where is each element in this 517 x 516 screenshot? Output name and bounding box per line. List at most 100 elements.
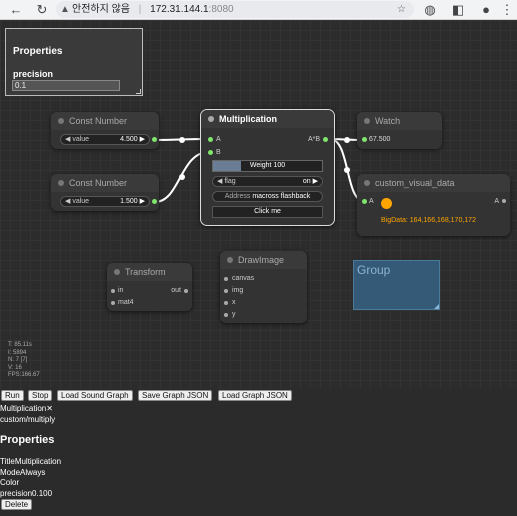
node-title: Multiplication (219, 114, 277, 124)
watch-value: 67.500 (369, 136, 391, 143)
weight-slider[interactable]: Weight 100 (212, 160, 323, 172)
output-slot-a[interactable] (502, 199, 506, 203)
node-multiplication[interactable]: Multiplication A B A*B Weight 100 ◀ flag… (200, 109, 335, 226)
bookmark-star-icon[interactable]: ☆ (397, 1, 406, 18)
value-widget[interactable]: ◀ value 4.500 ▶ (60, 134, 150, 145)
input-slot-mat4[interactable] (111, 301, 115, 305)
click-me-button[interactable]: Click me (212, 206, 323, 218)
node-header[interactable]: custom_visual_data (357, 174, 510, 192)
title-row[interactable]: TitleMultiplication (0, 457, 61, 466)
input-label-a: A (216, 136, 221, 143)
controls-panel: Run Stop Load Sound Graph Save Graph JSO… (0, 389, 517, 516)
node-header[interactable]: Const Number (51, 174, 159, 192)
node-watch[interactable]: Watch 67.500 (357, 112, 442, 149)
stop-button[interactable]: Stop (28, 390, 53, 401)
input-slot[interactable] (362, 137, 367, 142)
load-graph-json-button[interactable]: Load Graph JSON (218, 390, 292, 401)
input-slot-y[interactable] (224, 313, 228, 317)
collapse-dot-icon[interactable] (364, 180, 370, 186)
output-slot[interactable] (323, 137, 328, 142)
run-button[interactable]: Run (1, 390, 24, 401)
url-host: 172.31.144.1 (150, 4, 209, 15)
flag-value: on (302, 178, 311, 185)
input-slot-a[interactable] (362, 199, 367, 204)
precision-row[interactable]: precision0.100 (0, 489, 52, 498)
collapse-dot-icon[interactable] (58, 180, 64, 186)
node-const-number-1[interactable]: Const Number ◀ value 4.500 ▶ (51, 112, 159, 149)
input-label-b: B (216, 149, 221, 156)
widget-value: 1.500 (120, 198, 138, 205)
link-center-4 (344, 167, 350, 173)
group-box[interactable]: Group (353, 260, 440, 310)
widget-label: value (72, 198, 90, 205)
node-const-number-2[interactable]: Const Number ◀ value 1.500 ▶ (51, 174, 159, 211)
overlay-prop-label: precision (13, 69, 54, 79)
input-label-canvas: canvas (232, 275, 255, 282)
output-slot[interactable] (152, 199, 157, 204)
node-drawimage[interactable]: DrawImage canvas img x y (220, 251, 307, 323)
mode-row[interactable]: ModeAlways (0, 468, 45, 477)
stat-time: T: 85.11s (8, 342, 32, 348)
weight-value: 100 (273, 162, 286, 169)
reload-icon[interactable]: ↻ (34, 2, 50, 18)
address-bar[interactable]: ▲ 안전하지 않음 | 172.31.144.1:8080 ☆ (56, 1, 414, 18)
warning-icon: ▲ (60, 4, 70, 15)
input-slot-a[interactable] (208, 137, 213, 142)
resize-handle[interactable] (136, 89, 141, 94)
input-slot-img[interactable] (224, 289, 228, 293)
node-header[interactable]: Watch (357, 112, 442, 130)
input-slot-b[interactable] (208, 150, 213, 155)
slider-fill (213, 161, 241, 171)
menu-icon[interactable]: ⋮ (499, 2, 515, 18)
collapse-dot-icon[interactable] (58, 118, 64, 124)
delete-button[interactable]: Delete (1, 499, 33, 510)
stat-fps: FPS:166.67 (8, 372, 40, 378)
graph-canvas[interactable]: Properties precision 0.1 Const Number ◀ … (0, 20, 517, 389)
weight-label: Weight (249, 162, 272, 169)
address-text-widget[interactable]: Address macross flashback (212, 191, 323, 202)
input-slot-canvas[interactable] (224, 277, 228, 281)
input-label-mat4: mat4 (118, 299, 134, 306)
node-title: custom_visual_data (375, 178, 455, 188)
collapse-dot-icon[interactable] (227, 257, 233, 263)
link-center-3 (344, 137, 350, 143)
node-title: Watch (375, 116, 401, 126)
input-label-a: A (369, 198, 374, 205)
output-slot-out[interactable] (184, 289, 188, 293)
output-slot[interactable] (152, 137, 157, 142)
input-slot-in[interactable] (111, 289, 115, 293)
node-header[interactable]: Const Number (51, 112, 159, 130)
back-icon[interactable]: ← (8, 2, 24, 18)
overlay-title: Properties (13, 46, 63, 57)
group-resize-handle[interactable] (434, 304, 439, 309)
link-center-2 (179, 174, 185, 180)
stat-iterations: I: 5894 (8, 349, 27, 356)
flag-label: flag (224, 178, 236, 185)
load-sound-graph-button[interactable]: Load Sound Graph (57, 390, 133, 401)
collapse-dot-icon[interactable] (114, 269, 120, 275)
node-header[interactable]: Multiplication (201, 110, 334, 128)
globe-icon[interactable]: ◍ (422, 2, 438, 18)
input-slot-x[interactable] (224, 301, 228, 305)
color-row[interactable]: Color (0, 478, 19, 487)
address-label: Address (224, 193, 251, 200)
node-transform[interactable]: Transform in out mat4 (107, 263, 192, 311)
browser-toolbar: ← ↻ ▲ 안전하지 않음 | 172.31.144.1:8080 ☆ ◍ ◧ … (0, 0, 517, 20)
collapse-dot-icon[interactable] (208, 116, 214, 122)
output-label: A*B (307, 136, 320, 143)
value-widget[interactable]: ◀ value 1.500 ▶ (60, 196, 150, 207)
link-center-1 (179, 137, 185, 143)
panel-title: Properties (0, 434, 55, 446)
precision-input[interactable]: 0.1 (12, 80, 120, 91)
node-header[interactable]: DrawImage (220, 251, 307, 269)
node-custom-visual-data[interactable]: custom_visual_data A A BigData: 164,166,… (357, 174, 510, 236)
group-title: Group (357, 263, 391, 277)
profile-icon[interactable]: ● (478, 2, 494, 18)
input-label-img: img (232, 287, 244, 294)
extensions-icon[interactable]: ◧ (450, 2, 466, 18)
node-header[interactable]: Transform (107, 263, 192, 281)
selected-node-label[interactable]: Multiplication✕ (0, 404, 53, 413)
collapse-dot-icon[interactable] (364, 118, 370, 124)
save-graph-json-button[interactable]: Save Graph JSON (138, 390, 213, 401)
flag-combo[interactable]: ◀ flag on ▶ (212, 176, 323, 187)
